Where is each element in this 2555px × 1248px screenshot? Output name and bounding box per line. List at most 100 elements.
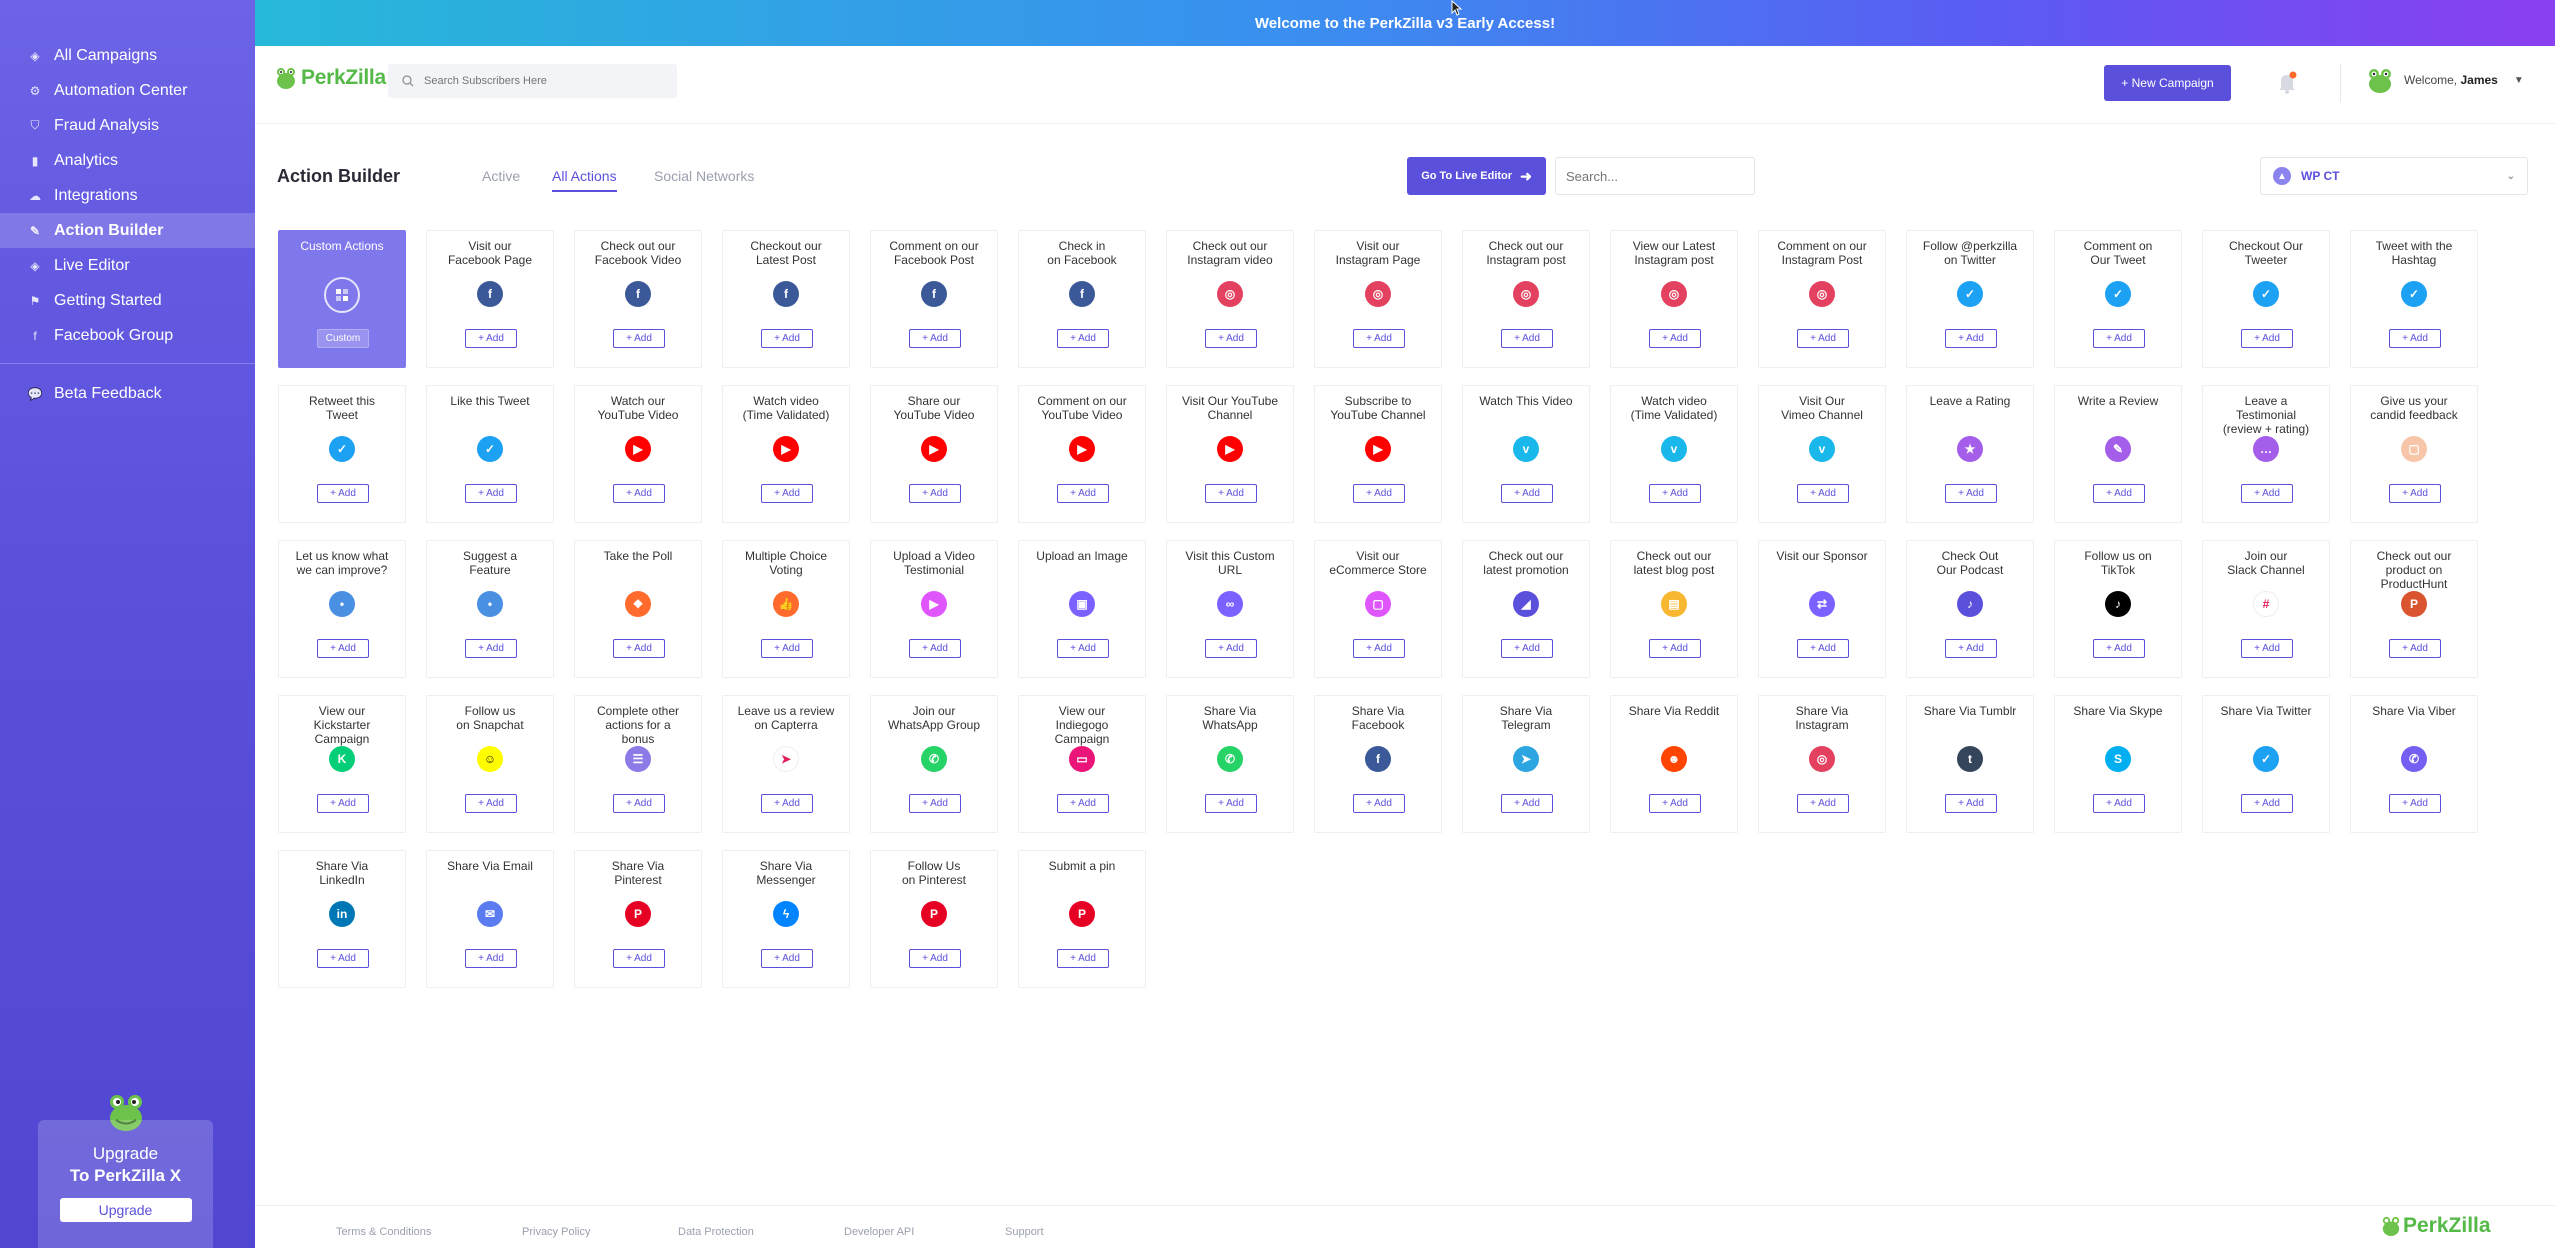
action-card[interactable]: Share Via Reddit ☻ + Add: [1610, 695, 1738, 833]
add-action-button[interactable]: + Add: [613, 949, 665, 968]
add-action-button[interactable]: + Add: [2093, 484, 2145, 503]
add-action-button[interactable]: + Add: [465, 949, 517, 968]
action-card[interactable]: Upload an Image ▣ + Add: [1018, 540, 1146, 678]
add-action-button[interactable]: + Add: [1945, 639, 1997, 658]
action-card[interactable]: Retweet this Tweet ✓ + Add: [278, 385, 406, 523]
add-action-button[interactable]: + Add: [1649, 329, 1701, 348]
custom-actions-card[interactable]: Custom Actions Custom: [278, 230, 406, 368]
action-card[interactable]: Check out our product on ProductHunt P + A…: [2350, 540, 2478, 678]
add-action-button[interactable]: + Add: [1353, 639, 1405, 658]
action-card[interactable]: Share Via Telegram ➤ + Add: [1462, 695, 1590, 833]
action-card[interactable]: Share Via Messenger ϟ + Add: [722, 850, 850, 988]
add-action-button[interactable]: + Add: [317, 949, 369, 968]
add-action-button[interactable]: + Add: [2241, 484, 2293, 503]
action-card[interactable]: Join our WhatsApp Group ✆ + Add: [870, 695, 998, 833]
sidebar-item-fraud-analysis[interactable]: ⛉ Fraud Analysis: [0, 108, 255, 143]
action-card[interactable]: Leave a Rating ★ + Add: [1906, 385, 2034, 523]
add-action-button[interactable]: + Add: [1205, 794, 1257, 813]
add-action-button[interactable]: + Add: [613, 484, 665, 503]
add-action-button[interactable]: + Add: [1649, 794, 1701, 813]
add-action-button[interactable]: + Add: [2093, 329, 2145, 348]
action-card[interactable]: Complete other actions for a bonus ☰ + Add: [574, 695, 702, 833]
action-card[interactable]: Multiple Choice Voting 👍 + Add: [722, 540, 850, 678]
add-action-button[interactable]: + Add: [465, 484, 517, 503]
action-card[interactable]: Watch video (Time Validated) v + Add: [1610, 385, 1738, 523]
add-action-button[interactable]: + Add: [1501, 794, 1553, 813]
action-card[interactable]: Leave us a review on Capterra ➤ + Add: [722, 695, 850, 833]
add-action-button[interactable]: + Add: [2389, 329, 2441, 348]
upgrade-button[interactable]: Upgrade: [59, 1198, 192, 1222]
action-card[interactable]: Check in on Facebook f + Add: [1018, 230, 1146, 368]
action-card[interactable]: Follow @perkzilla on Twitter ✓ + Add: [1906, 230, 2034, 368]
add-action-button[interactable]: + Add: [1797, 794, 1849, 813]
action-card[interactable]: Visit this Custom URL ∞ + Add: [1166, 540, 1294, 678]
action-card[interactable]: Share Via Skype S + Add: [2054, 695, 2182, 833]
add-action-button[interactable]: + Add: [613, 794, 665, 813]
action-card[interactable]: Leave a Testimonial (review + rating)… + …: [2202, 385, 2330, 523]
action-card[interactable]: Share Via Instagram ◎ + Add: [1758, 695, 1886, 833]
footer-link-support[interactable]: Support: [1005, 1226, 1044, 1238]
sidebar-item-all-campaigns[interactable]: ◈ All Campaigns: [0, 38, 255, 73]
action-card[interactable]: Like this Tweet ✓ + Add: [426, 385, 554, 523]
action-card[interactable]: Checkout our Latest Post f + Add: [722, 230, 850, 368]
action-card[interactable]: View our Indiegogo Campaign ▭ + Add: [1018, 695, 1146, 833]
add-action-button[interactable]: + Add: [761, 949, 813, 968]
add-action-button[interactable]: + Add: [2389, 484, 2441, 503]
go-to-live-editor-button[interactable]: Go To Live Editor ➜: [1407, 157, 1546, 195]
add-action-button[interactable]: + Add: [2241, 794, 2293, 813]
tab-social-networks[interactable]: Social Networks: [654, 168, 754, 184]
action-card[interactable]: Visit our Sponsor ⇄ + Add: [1758, 540, 1886, 678]
action-card[interactable]: Visit our Facebook Page f + Add: [426, 230, 554, 368]
add-action-button[interactable]: + Add: [1797, 329, 1849, 348]
sidebar-item-beta-feedback[interactable]: 💬 Beta Feedback: [0, 376, 255, 411]
actions-search-input[interactable]: [1555, 157, 1755, 195]
action-card[interactable]: Follow Us on Pinterest P + Add: [870, 850, 998, 988]
add-action-button[interactable]: + Add: [1501, 329, 1553, 348]
add-action-button[interactable]: + Add: [909, 484, 961, 503]
action-card[interactable]: Join our Slack Channel # + Add: [2202, 540, 2330, 678]
add-action-button[interactable]: + Add: [1501, 639, 1553, 658]
action-card[interactable]: Visit our eCommerce Store ▢ + Add: [1314, 540, 1442, 678]
action-card[interactable]: Comment on our YouTube Video ▶ + Add: [1018, 385, 1146, 523]
action-card[interactable]: Watch video (Time Validated) ▶ + Add: [722, 385, 850, 523]
action-card[interactable]: Checkout Our Tweeter ✓ + Add: [2202, 230, 2330, 368]
add-action-button[interactable]: + Add: [761, 794, 813, 813]
action-card[interactable]: Share Via Tumblr t + Add: [1906, 695, 2034, 833]
sidebar-item-facebook-group[interactable]: f Facebook Group: [0, 318, 255, 353]
add-action-button[interactable]: + Add: [761, 329, 813, 348]
add-action-button[interactable]: + Add: [1353, 329, 1405, 348]
add-action-button[interactable]: + Add: [2389, 639, 2441, 658]
action-card[interactable]: View our Kickstarter Campaign K + Add: [278, 695, 406, 833]
add-action-button[interactable]: + Add: [1057, 949, 1109, 968]
action-card[interactable]: View our Latest Instagram post ◎ + Add: [1610, 230, 1738, 368]
add-action-button[interactable]: + Add: [613, 329, 665, 348]
add-action-button[interactable]: + Add: [909, 794, 961, 813]
action-card[interactable]: Check out our latest blog post ▤ + Add: [1610, 540, 1738, 678]
add-action-button[interactable]: + Add: [1353, 484, 1405, 503]
action-card[interactable]: Write a Review ✎ + Add: [2054, 385, 2182, 523]
add-action-button[interactable]: + Add: [909, 639, 961, 658]
action-card[interactable]: Share Via Viber ✆ + Add: [2350, 695, 2478, 833]
action-card[interactable]: Comment on our Facebook Post f + Add: [870, 230, 998, 368]
action-card[interactable]: Check Out Our Podcast ♪ + Add: [1906, 540, 2034, 678]
add-action-button[interactable]: + Add: [465, 639, 517, 658]
footer-link-data-protection[interactable]: Data Protection: [678, 1226, 754, 1238]
add-action-button[interactable]: + Add: [1205, 329, 1257, 348]
new-campaign-button[interactable]: + New Campaign: [2104, 65, 2231, 101]
sidebar-item-getting-started[interactable]: ⚑ Getting Started: [0, 283, 255, 318]
add-action-button[interactable]: + Add: [1945, 484, 1997, 503]
add-action-button[interactable]: + Add: [2241, 639, 2293, 658]
add-action-button[interactable]: + Add: [761, 639, 813, 658]
add-action-button[interactable]: + Add: [2093, 794, 2145, 813]
action-card[interactable]: Visit our Instagram Page ◎ + Add: [1314, 230, 1442, 368]
add-action-button[interactable]: + Add: [1057, 639, 1109, 658]
tab-all-actions[interactable]: All Actions: [552, 168, 617, 192]
action-card[interactable]: Check out our Instagram video ◎ + Add: [1166, 230, 1294, 368]
sidebar-item-integrations[interactable]: ☁ Integrations: [0, 178, 255, 213]
add-action-button[interactable]: + Add: [317, 794, 369, 813]
add-action-button[interactable]: + Add: [2241, 329, 2293, 348]
add-action-button[interactable]: + Add: [1649, 639, 1701, 658]
add-action-button[interactable]: + Add: [1501, 484, 1553, 503]
footer-link-terms[interactable]: Terms & Conditions: [336, 1226, 431, 1238]
action-card[interactable]: Comment on our Instagram Post ◎ + Add: [1758, 230, 1886, 368]
